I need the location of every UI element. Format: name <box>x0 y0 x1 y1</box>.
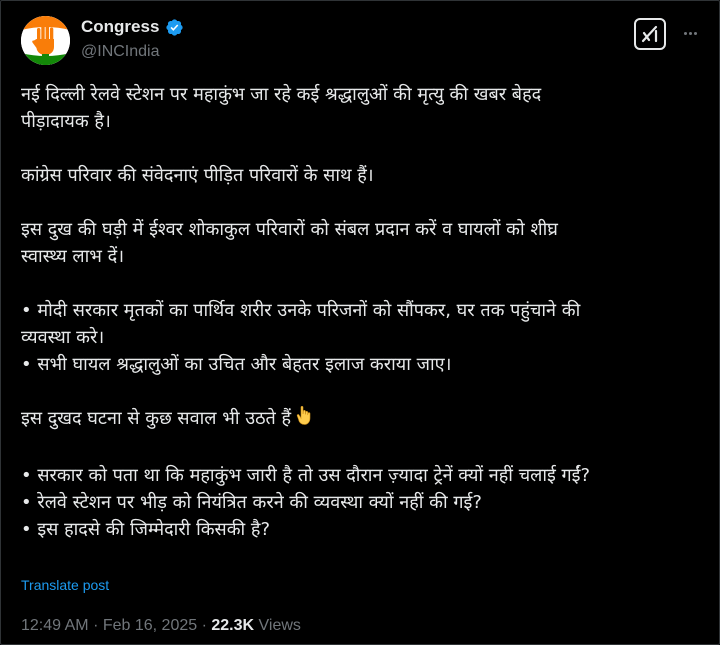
post-line: • रेलवे स्टेशन पर भीड़ को नियंत्रित करने… <box>21 492 482 513</box>
post-line: इस दुखद घटना से कुछ सवाल भी उठते हैं <box>21 408 292 429</box>
grok-icon <box>641 25 658 43</box>
post-line: नई दिल्ली रेलवे स्टेशन पर महाकुंभ जा रहे… <box>21 84 542 105</box>
grok-button[interactable] <box>634 18 666 50</box>
post-line: • सभी घायल श्रद्धालुओं का उचित और बेहतर … <box>21 354 452 375</box>
translate-post-link[interactable]: Translate post <box>21 577 109 593</box>
post-line-with-emoji: इस दुखद घटना से कुछ सवाल भी उठते हैं <box>21 405 701 435</box>
meta-separator: · <box>93 617 99 634</box>
avatar[interactable] <box>21 16 70 65</box>
post-line: पीड़ादायक है। <box>21 111 111 132</box>
post-line: • सरकार को पता था कि महाकुंभ जारी है तो … <box>21 465 591 486</box>
post-date[interactable]: Feb 16, 2025 <box>103 617 197 634</box>
account-handle[interactable]: @INCIndia <box>81 43 160 61</box>
meta-separator: · <box>201 617 207 634</box>
post-line: इस दुख की घड़ी में ईश्वर शोकाकुल परिवारो… <box>21 219 558 240</box>
display-name[interactable]: Congress <box>81 17 159 37</box>
post-line: व्यवस्था करे। <box>21 327 105 348</box>
more-button[interactable] <box>679 22 701 44</box>
post-line: कांग्रेस परिवार की संवेदनाएं पीड़ित परिव… <box>21 165 374 186</box>
author-name-row[interactable]: Congress <box>81 17 184 37</box>
post-card: Congress @INCIndia नई दिल्ली रेलवे स्टेश… <box>0 0 720 645</box>
more-icon <box>683 31 687 35</box>
post-line: • मोदी सरकार मृतकों का पार्थिव शरीर उनके… <box>21 300 581 321</box>
views-label: Views <box>258 617 301 634</box>
views-count: 22.3K <box>211 617 255 634</box>
pointing-down-hand-icon <box>295 405 315 435</box>
verified-badge-icon <box>165 18 184 37</box>
post-line: स्वास्थ्य लाभ दें। <box>21 246 125 267</box>
post-text: नई दिल्ली रेलवे स्टेशन पर महाकुंभ जा रहे… <box>21 81 701 543</box>
post-time[interactable]: 12:49 AM <box>21 617 89 634</box>
post-line: • इस हादसे की जिम्मेदारी किसकी है? <box>21 519 271 540</box>
congress-hand-logo-icon <box>21 16 70 65</box>
post-metadata: 12:49 AM · Feb 16, 2025 · 22.3K Views <box>21 617 301 635</box>
